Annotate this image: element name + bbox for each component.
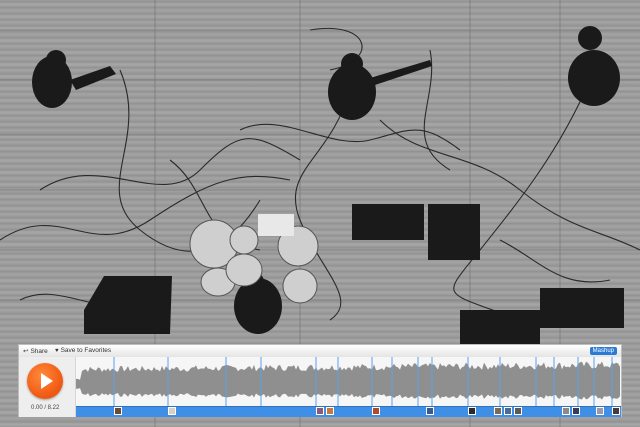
waveform-shape [76,361,620,400]
share-button[interactable]: ↩ Share [23,347,48,356]
soundcloud-player: ↩ Share ♥ Save to Favorites Mashup 0.00 … [18,344,622,417]
comment-avatar[interactable] [426,407,434,415]
share-icon: ↩ [23,348,29,355]
comments-track[interactable] [76,406,621,417]
comment-avatar[interactable] [326,407,334,415]
comment-avatar[interactable] [612,407,620,415]
comment-avatar[interactable] [504,407,512,415]
play-controls: 0.00 / 8.22 [19,357,76,417]
comment-avatar[interactable] [114,407,122,415]
comment-avatar[interactable] [168,407,176,415]
comment-avatar[interactable] [572,407,580,415]
comment-avatar[interactable] [494,407,502,415]
comment-avatar[interactable] [468,407,476,415]
mashup-badge[interactable]: Mashup [589,347,617,355]
waveform-graphic [76,357,620,406]
comment-avatar[interactable] [514,407,522,415]
save-to-favorites-button[interactable]: ♥ Save to Favorites [55,347,111,354]
comment-avatar[interactable] [562,407,570,415]
comment-avatar[interactable] [596,407,604,415]
favorites-label: Save to Favorites [60,347,112,354]
waveform[interactable] [76,357,621,406]
comment-avatar[interactable] [372,407,380,415]
heart-icon: ♥ [55,347,59,354]
play-button[interactable] [27,363,63,399]
comment-avatar[interactable] [316,407,324,415]
time-readout: 0.00 / 8.22 [31,405,60,411]
share-label: Share [30,347,48,355]
